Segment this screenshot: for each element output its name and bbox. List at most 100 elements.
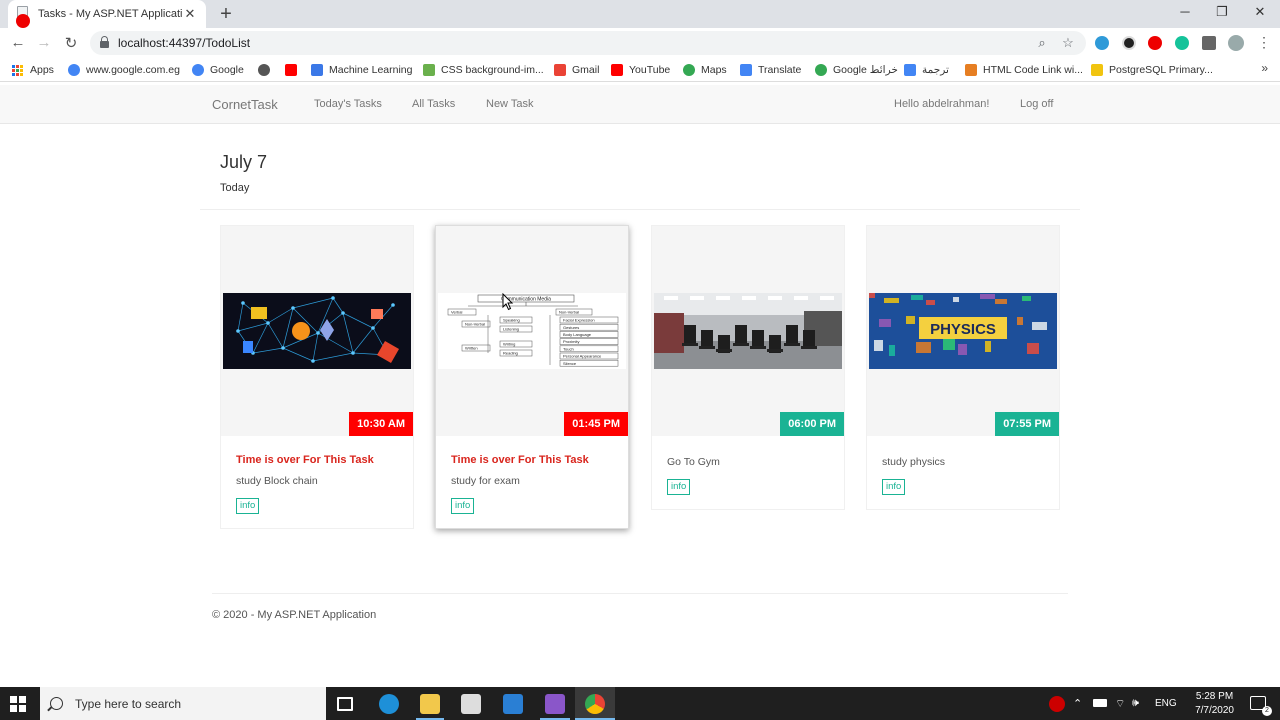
page-title: July 7 xyxy=(220,152,268,172)
task-time-badge: 07:55 PM xyxy=(995,412,1059,436)
chrome-icon[interactable] xyxy=(585,694,605,714)
task-info-button[interactable]: info xyxy=(882,479,906,495)
bookmark-item[interactable]: Translate xyxy=(740,63,801,77)
task-name: Go To Gym xyxy=(667,456,720,468)
brand-link[interactable]: CornetTask xyxy=(212,97,278,112)
bookmark-item[interactable]: YouTube xyxy=(611,63,670,77)
translate-icon xyxy=(740,64,752,76)
page-subtitle: Today xyxy=(220,182,250,194)
bookmark-label: Gmail xyxy=(572,64,600,76)
browser-menu-icon[interactable]: ⋮ xyxy=(1255,34,1273,51)
reload-button[interactable]: ↻ xyxy=(62,34,80,52)
svg-text:Proximity: Proximity xyxy=(563,339,579,344)
extension-globe-icon[interactable] xyxy=(1095,36,1109,50)
pencil-icon xyxy=(965,64,977,76)
url-text[interactable]: localhost:44397/TodoList xyxy=(118,36,250,50)
bookmark-item[interactable]: Google xyxy=(192,63,244,77)
back-button[interactable]: ← xyxy=(9,34,27,51)
bookmark-item[interactable]: ترجمة xyxy=(904,63,949,77)
bookmark-label: Machine Learning xyxy=(329,64,413,76)
task-info-button[interactable]: info xyxy=(667,479,691,495)
tray-app-icon[interactable] xyxy=(1049,696,1065,712)
notification-count-badge: 2 xyxy=(1262,706,1272,716)
close-window-button[interactable]: ✕ xyxy=(1250,4,1270,20)
bookmark-item[interactable]: CSS background-im... xyxy=(423,63,544,77)
recording-indicator-icon xyxy=(16,14,30,28)
edge-browser-icon[interactable] xyxy=(379,694,399,714)
wifi-icon[interactable]: ⌔ xyxy=(1115,687,1125,720)
user-greeting-link[interactable]: Hello abdelrahman! xyxy=(894,98,989,110)
nav-all-tasks[interactable]: All Tasks xyxy=(412,98,455,110)
address-bar[interactable]: localhost:44397/TodoList ⌕ ☆ xyxy=(90,31,1086,55)
minimize-button[interactable]: ─ xyxy=(1175,4,1195,19)
tray-expand-icon[interactable]: ⌃ xyxy=(1073,687,1082,720)
visual-studio-icon[interactable] xyxy=(545,694,565,714)
task-info-button[interactable]: info xyxy=(451,498,475,514)
browser-toolbar: ← → ↻ localhost:44397/TodoList ⌕ ☆ ⋮ xyxy=(0,28,1280,58)
bookmark-label: www.google.com.eg xyxy=(86,64,180,76)
task-card[interactable]: 06:00 PM Go To Gym info xyxy=(651,225,845,510)
svg-text:Speaking: Speaking xyxy=(503,318,520,323)
maximize-button[interactable]: ❐ xyxy=(1212,4,1232,20)
task-overdue-message: Time is over For This Task xyxy=(236,454,374,466)
bookmark-item[interactable] xyxy=(285,63,303,77)
translate-icon xyxy=(904,64,916,76)
tab-close-icon[interactable]: ✕ xyxy=(182,6,198,22)
profile-avatar[interactable] xyxy=(1228,35,1244,51)
task-card[interactable]: 10:30 AM Time is over For This Task study … xyxy=(220,225,414,529)
link-icon xyxy=(311,64,323,76)
windows-start-icon[interactable] xyxy=(10,696,26,712)
bookmark-item[interactable]: Maps xyxy=(683,63,727,77)
svg-text:Verbal: Verbal xyxy=(451,310,462,315)
task-info-button[interactable]: info xyxy=(236,498,260,514)
task-card-media: PHYSICS 07:55 PM xyxy=(867,226,1059,436)
zoom-icon[interactable]: ⌕ xyxy=(1034,35,1050,51)
svg-text:Personal Appearance: Personal Appearance xyxy=(563,354,602,359)
bookmark-star-icon[interactable]: ☆ xyxy=(1060,35,1076,51)
microsoft-store-icon[interactable] xyxy=(461,694,481,714)
task-card[interactable]: PHYSICS 07:55 PM study physics info xyxy=(866,225,1060,510)
svg-text:Writing: Writing xyxy=(503,342,515,347)
battery-icon[interactable] xyxy=(1093,699,1107,707)
bookmark-label: Google xyxy=(210,64,244,76)
new-tab-button[interactable]: + xyxy=(216,3,236,26)
extension-opera-icon[interactable] xyxy=(1148,36,1162,50)
bookmark-item[interactable]: Google خرائط xyxy=(815,63,898,77)
bookmark-item[interactable]: PostgreSQL Primary... xyxy=(1091,63,1213,77)
nav-new-task[interactable]: New Task xyxy=(486,98,533,110)
lock-icon[interactable] xyxy=(100,36,109,48)
volume-icon[interactable]: 🕪 xyxy=(1132,687,1139,720)
extensions-puzzle-icon[interactable] xyxy=(1202,36,1216,50)
taskbar-clock[interactable]: 5:28 PM 7/7/2020 xyxy=(1195,690,1234,718)
gmail-icon xyxy=(554,64,566,76)
file-explorer-icon[interactable] xyxy=(420,694,440,714)
bookmark-item[interactable]: HTML Code Link wi... xyxy=(965,63,1083,77)
svg-text:Gestures: Gestures xyxy=(563,325,579,330)
apps-grid-icon xyxy=(12,64,24,76)
forward-button[interactable]: → xyxy=(35,34,53,51)
task-card[interactable]: Communication Media Verbal Non-Verbal Writt… xyxy=(435,225,629,529)
logoff-link[interactable]: Log off xyxy=(1020,98,1053,110)
maps-icon xyxy=(683,64,695,76)
browser-tab[interactable]: Tasks - My ASP.NET Application ✕ xyxy=(8,0,206,28)
bookmark-item[interactable]: Gmail xyxy=(554,63,599,77)
svg-text:Silence: Silence xyxy=(563,361,577,366)
bookmark-item[interactable]: Machine Learning xyxy=(311,63,412,77)
extension-dark-mode-icon[interactable] xyxy=(1122,36,1136,50)
mail-icon[interactable] xyxy=(503,694,523,714)
bookmarks-overflow-icon[interactable]: » xyxy=(1261,61,1268,75)
task-view-icon[interactable] xyxy=(337,697,353,711)
bookmark-label: YouTube xyxy=(629,64,671,76)
youtube-icon xyxy=(285,64,297,76)
task-name: study for exam xyxy=(451,475,520,487)
bookmark-item[interactable] xyxy=(258,63,276,77)
page-favicon-icon xyxy=(16,6,30,28)
extension-grammarly-icon[interactable] xyxy=(1175,36,1189,50)
taskbar-search-input[interactable]: Type here to search xyxy=(40,687,326,720)
bookmark-item[interactable]: Apps xyxy=(12,63,54,77)
footer-copyright: © 2020 - My ASP.NET Application xyxy=(212,609,377,621)
bookmark-item[interactable]: www.google.com.eg xyxy=(68,63,180,77)
language-indicator[interactable]: ENG xyxy=(1155,687,1177,720)
bookmark-label: ترجمة xyxy=(922,64,949,76)
nav-todays-tasks[interactable]: Today's Tasks xyxy=(314,98,382,110)
